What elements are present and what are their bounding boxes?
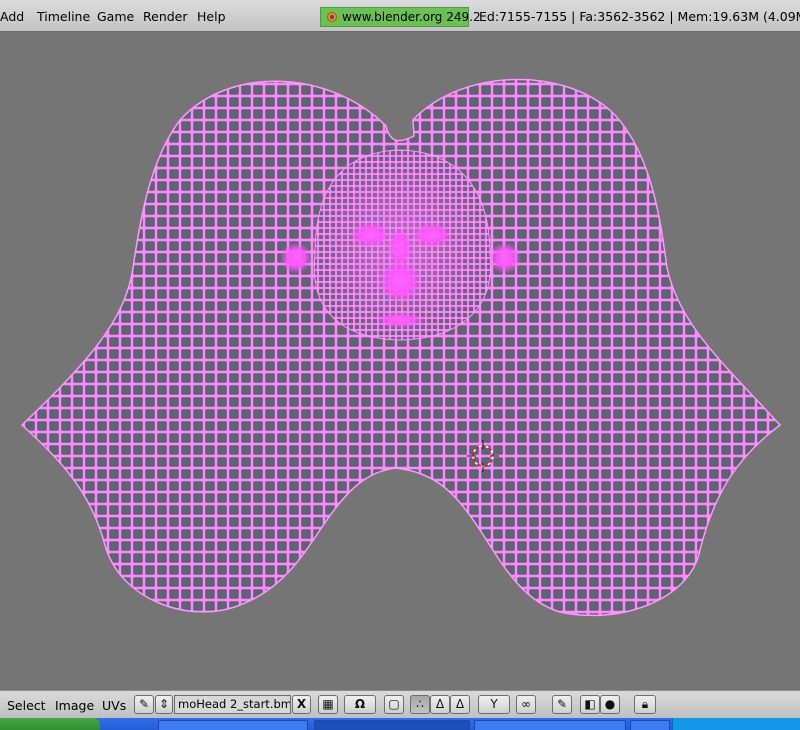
- left-ear-uv[interactable]: [280, 242, 312, 274]
- image-browse-button[interactable]: ⇕: [155, 695, 173, 714]
- edge-select-icon: Δ: [435, 697, 445, 711]
- image-type-button[interactable]: ▦: [318, 695, 338, 714]
- left-eye-uv[interactable]: [350, 222, 390, 248]
- menu-add[interactable]: Add: [0, 9, 24, 24]
- face-select-icon: Δ: [455, 697, 465, 711]
- pin-button[interactable]: ✎: [134, 695, 154, 714]
- lock-button[interactable]: 🔒︎: [634, 695, 656, 714]
- mouth-uv[interactable]: [376, 312, 424, 328]
- sticky-select-icon: Y: [490, 697, 498, 711]
- system-tray: [672, 718, 800, 730]
- right-eye-uv[interactable]: [412, 222, 452, 248]
- view-mode-icon: ▢: [388, 697, 400, 711]
- pencil-icon: ✎: [556, 697, 568, 711]
- close-image-button[interactable]: X: [292, 695, 311, 714]
- pin-icon: ✎: [138, 697, 150, 711]
- pencil-button[interactable]: ✎: [552, 695, 572, 714]
- start-button[interactable]: [0, 718, 100, 730]
- dot-button[interactable]: ●: [600, 695, 620, 714]
- vertex-select-button[interactable]: ∴: [410, 695, 430, 714]
- taskbar-item[interactable]: [630, 720, 670, 730]
- site-label: www.blender.org 249.2: [342, 10, 481, 24]
- menu-game[interactable]: Game: [97, 9, 134, 24]
- snap-icon: Ω: [354, 697, 366, 711]
- image-type-icon: ▦: [322, 697, 334, 711]
- info-header: Add Timeline Game Render Help www.blende…: [0, 0, 800, 32]
- uv-editor-header: Select Image UVs ✎ ⇕ moHead 2_start.bmp …: [0, 690, 800, 718]
- blender-logo-icon: [327, 12, 337, 22]
- os-taskbar: [0, 718, 800, 730]
- menu-timeline[interactable]: Timeline: [37, 9, 90, 24]
- close-icon: X: [296, 697, 307, 711]
- scene-stats: Ed:7155-7155 | Fa:3562-3562 | Mem:19.63M…: [479, 9, 800, 24]
- uv-editor-viewport[interactable]: [0, 32, 800, 690]
- link-button[interactable]: ∞: [516, 695, 536, 714]
- face-select-button[interactable]: Δ: [450, 695, 470, 714]
- nose-uv[interactable]: [378, 260, 422, 304]
- right-ear-uv[interactable]: [489, 242, 521, 274]
- edge-select-button[interactable]: Δ: [430, 695, 450, 714]
- taskbar-item[interactable]: [158, 720, 308, 730]
- uv-layout[interactable]: [0, 32, 800, 690]
- vertex-select-icon: ∴: [416, 697, 424, 711]
- menu-image[interactable]: Image: [55, 698, 94, 713]
- mirror-icon: ◧: [584, 697, 596, 711]
- menu-uvs[interactable]: UVs: [102, 698, 126, 713]
- lock-icon: 🔒︎: [641, 697, 649, 711]
- link-icon: ∞: [521, 697, 531, 711]
- menu-render[interactable]: Render: [143, 9, 188, 24]
- image-name-field[interactable]: moHead 2_start.bmp: [174, 695, 291, 714]
- menu-select[interactable]: Select: [7, 698, 46, 713]
- blender-site-badge[interactable]: www.blender.org 249.2: [320, 7, 481, 27]
- taskbar-item[interactable]: [474, 720, 626, 730]
- mirror-button[interactable]: ◧: [580, 695, 600, 714]
- taskbar-item[interactable]: [314, 720, 470, 730]
- sticky-select-button[interactable]: Y: [478, 695, 510, 714]
- image-browse-icon: ⇕: [158, 697, 170, 711]
- menu-help[interactable]: Help: [197, 9, 226, 24]
- dot-icon: ●: [604, 697, 616, 711]
- view-mode-button[interactable]: ▢: [384, 695, 404, 714]
- snap-button[interactable]: Ω: [344, 695, 376, 714]
